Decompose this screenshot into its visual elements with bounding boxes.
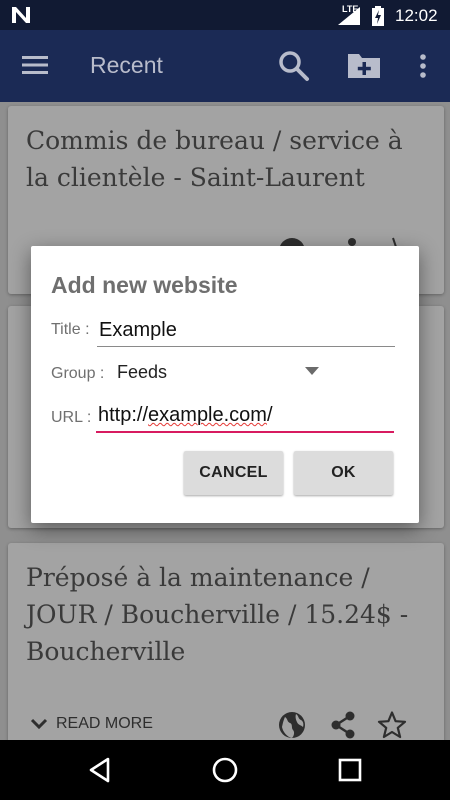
star-icon[interactable] xyxy=(377,710,407,740)
url-text-suffix: / xyxy=(266,404,273,426)
chevron-down-icon xyxy=(30,718,48,729)
menu-icon[interactable] xyxy=(22,54,48,76)
overflow-menu-icon[interactable] xyxy=(413,52,433,82)
globe-icon[interactable] xyxy=(277,710,307,740)
home-icon[interactable] xyxy=(211,756,239,784)
battery-charging-icon xyxy=(372,6,384,26)
page-title: Recent xyxy=(90,52,163,78)
url-text-prefix: http:// xyxy=(98,404,149,426)
recents-icon[interactable] xyxy=(336,756,364,784)
ok-button[interactable]: OK xyxy=(294,451,393,495)
read-more-label: READ MORE xyxy=(56,715,153,732)
group-select-value: Feeds xyxy=(117,362,168,382)
notification-n-icon xyxy=(12,7,30,23)
url-text-highlighted: example.com xyxy=(148,404,267,426)
cancel-button[interactable]: CANCEL xyxy=(184,451,283,495)
url-label: URL : xyxy=(51,409,92,426)
dialog-title: Add new website xyxy=(51,272,238,298)
app-bar: Recent xyxy=(0,30,450,102)
signal-icon xyxy=(338,7,360,25)
read-more-button[interactable]: READ MORE xyxy=(30,715,153,733)
group-label: Group : xyxy=(51,365,105,382)
clock: 12:02 xyxy=(395,6,438,25)
navigation-bar xyxy=(0,740,450,800)
feed-card[interactable]: Préposé à la maintenance / JOUR / Bouche… xyxy=(8,543,444,743)
card-title: Préposé à la maintenance / JOUR / Bouche… xyxy=(26,563,409,666)
search-icon[interactable] xyxy=(278,50,310,82)
card-title: Commis de bureau / service à la clientèl… xyxy=(26,126,403,192)
title-field[interactable]: Example xyxy=(97,316,395,347)
url-field[interactable]: http://example.com/ xyxy=(96,401,394,433)
back-icon[interactable] xyxy=(86,756,114,784)
add-folder-icon[interactable] xyxy=(346,50,382,80)
status-bar: LTE 12:02 xyxy=(0,0,450,30)
share-icon[interactable] xyxy=(328,710,358,740)
title-label: Title : xyxy=(51,321,90,338)
add-website-dialog: Add new website Title : Example Group : … xyxy=(31,246,419,523)
dropdown-arrow-icon xyxy=(305,367,319,375)
